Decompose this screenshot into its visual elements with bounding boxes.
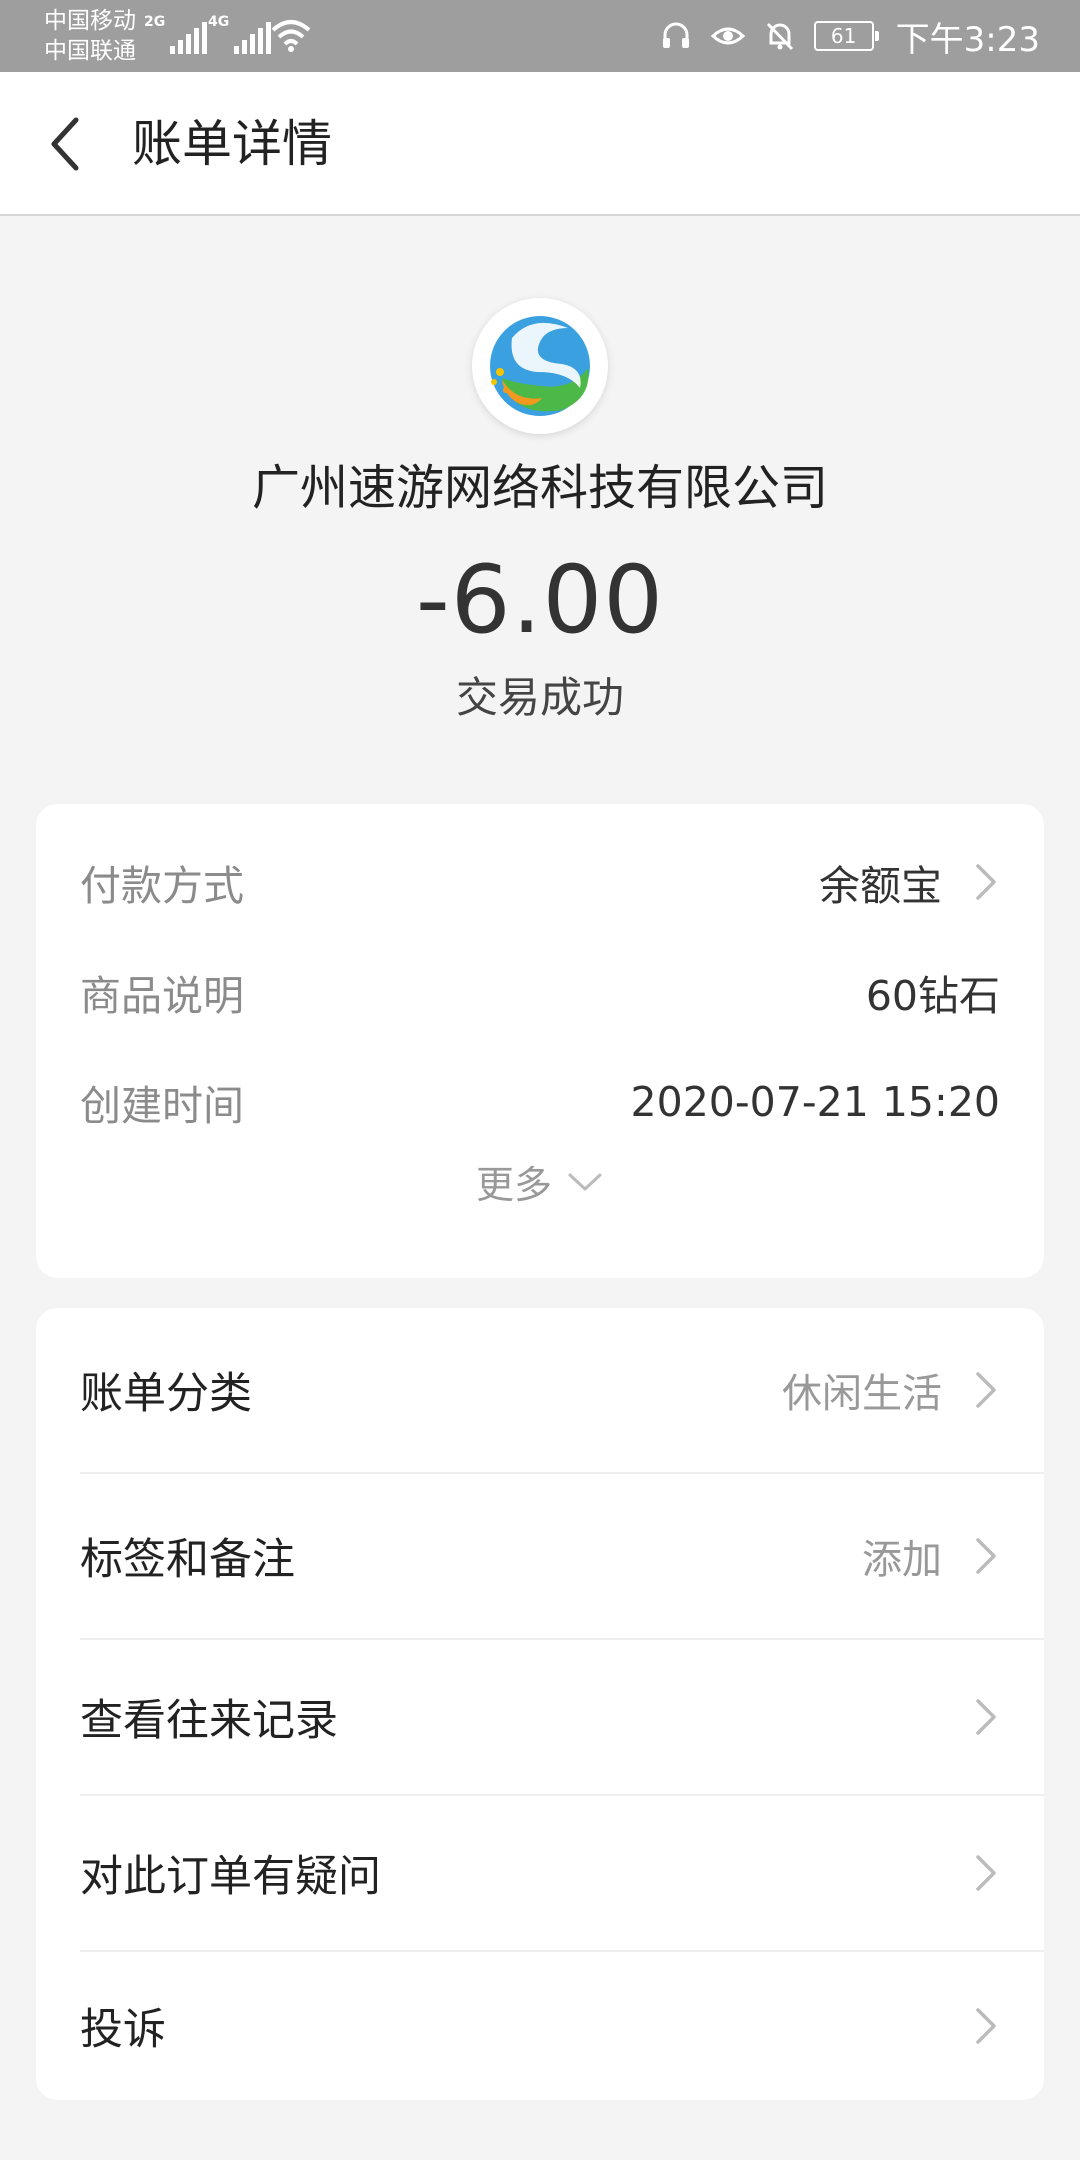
payment-method-label: 付款方式 [80, 862, 244, 910]
battery-icon: 61 [813, 21, 879, 51]
created-time-value: 2020-07-21 15:20 [630, 1078, 1000, 1126]
transaction-amount: -6.00 [415, 546, 665, 655]
tags-notes-label: 标签和备注 [80, 1535, 295, 1585]
mute-bell-icon [766, 22, 793, 51]
transaction-status: 交易成功 [455, 673, 624, 722]
payment-method-value: 余额宝 [819, 862, 942, 910]
payment-method-row[interactable]: 付款方式 余额宝 [36, 842, 1044, 922]
created-time-row: 创建时间 2020-07-21 15:20 [36, 1062, 1044, 1142]
carrier-info: 中国移动 中国联通 [44, 6, 136, 66]
tags-notes-value: 添加 [862, 1537, 942, 1583]
order-question-label: 对此订单有疑问 [80, 1852, 381, 1902]
more-label: 更多 [475, 1163, 552, 1207]
item-description-row: 商品说明 60钻石 [36, 952, 1044, 1032]
carrier-2: 中国联通 [44, 38, 136, 64]
network-type-2: 4G [208, 14, 230, 30]
wifi-icon [271, 20, 311, 52]
more-toggle[interactable]: 更多 [0, 1154, 1080, 1209]
merchant-logo-icon [490, 316, 590, 416]
chevron-down-icon [568, 1173, 602, 1190]
signal-2-icon: 4G [208, 14, 272, 54]
battery-level: 61 [830, 24, 857, 48]
chevron-right-icon [976, 1699, 996, 1735]
tags-notes-row[interactable]: 标签和备注 添加 [36, 1474, 1044, 1638]
status-icons: 61 下午3:23 [658, 0, 1040, 72]
page-title: 账单详情 [132, 115, 332, 173]
complaint-label: 投诉 [80, 2005, 166, 2055]
complaint-row[interactable]: 投诉 [36, 1952, 1044, 2100]
bill-category-value: 休闲生活 [782, 1371, 942, 1417]
merchant-name: 广州速游网络科技有限公司 [251, 460, 828, 516]
chevron-right-icon [976, 1372, 996, 1408]
eye-icon [710, 27, 745, 45]
back-arrow-icon[interactable] [40, 108, 96, 180]
chevron-right-icon [976, 1855, 996, 1891]
item-description-label: 商品说明 [80, 972, 244, 1020]
bill-category-label: 账单分类 [80, 1369, 252, 1419]
actions-card: 账单分类 休闲生活 标签和备注 添加 查看往来记录 对此订单有疑问 投诉 [36, 1308, 1044, 2100]
created-time-label: 创建时间 [80, 1082, 244, 1130]
bill-category-row[interactable]: 账单分类 休闲生活 [36, 1308, 1044, 1472]
item-description-value: 60钻石 [865, 972, 1000, 1020]
history-row[interactable]: 查看往来记录 [36, 1640, 1044, 1794]
chevron-right-icon [976, 864, 996, 900]
clock: 下午3:23 [895, 19, 1040, 60]
merchant-logo [472, 298, 608, 434]
carrier-1: 中国移动 [44, 8, 136, 34]
app-header: 账单详情 [0, 72, 1080, 216]
network-type-1: 2G [144, 14, 166, 30]
chevron-right-icon [976, 2008, 996, 2044]
chevron-right-icon [976, 1538, 996, 1574]
signal-1-icon: 2G [144, 14, 208, 54]
history-label: 查看往来记录 [80, 1696, 338, 1746]
order-question-row[interactable]: 对此订单有疑问 [36, 1796, 1044, 1950]
status-bar: 中国移动 中国联通 2G 4G 61 下午3:23 [0, 0, 1080, 72]
headset-icon [662, 22, 689, 48]
